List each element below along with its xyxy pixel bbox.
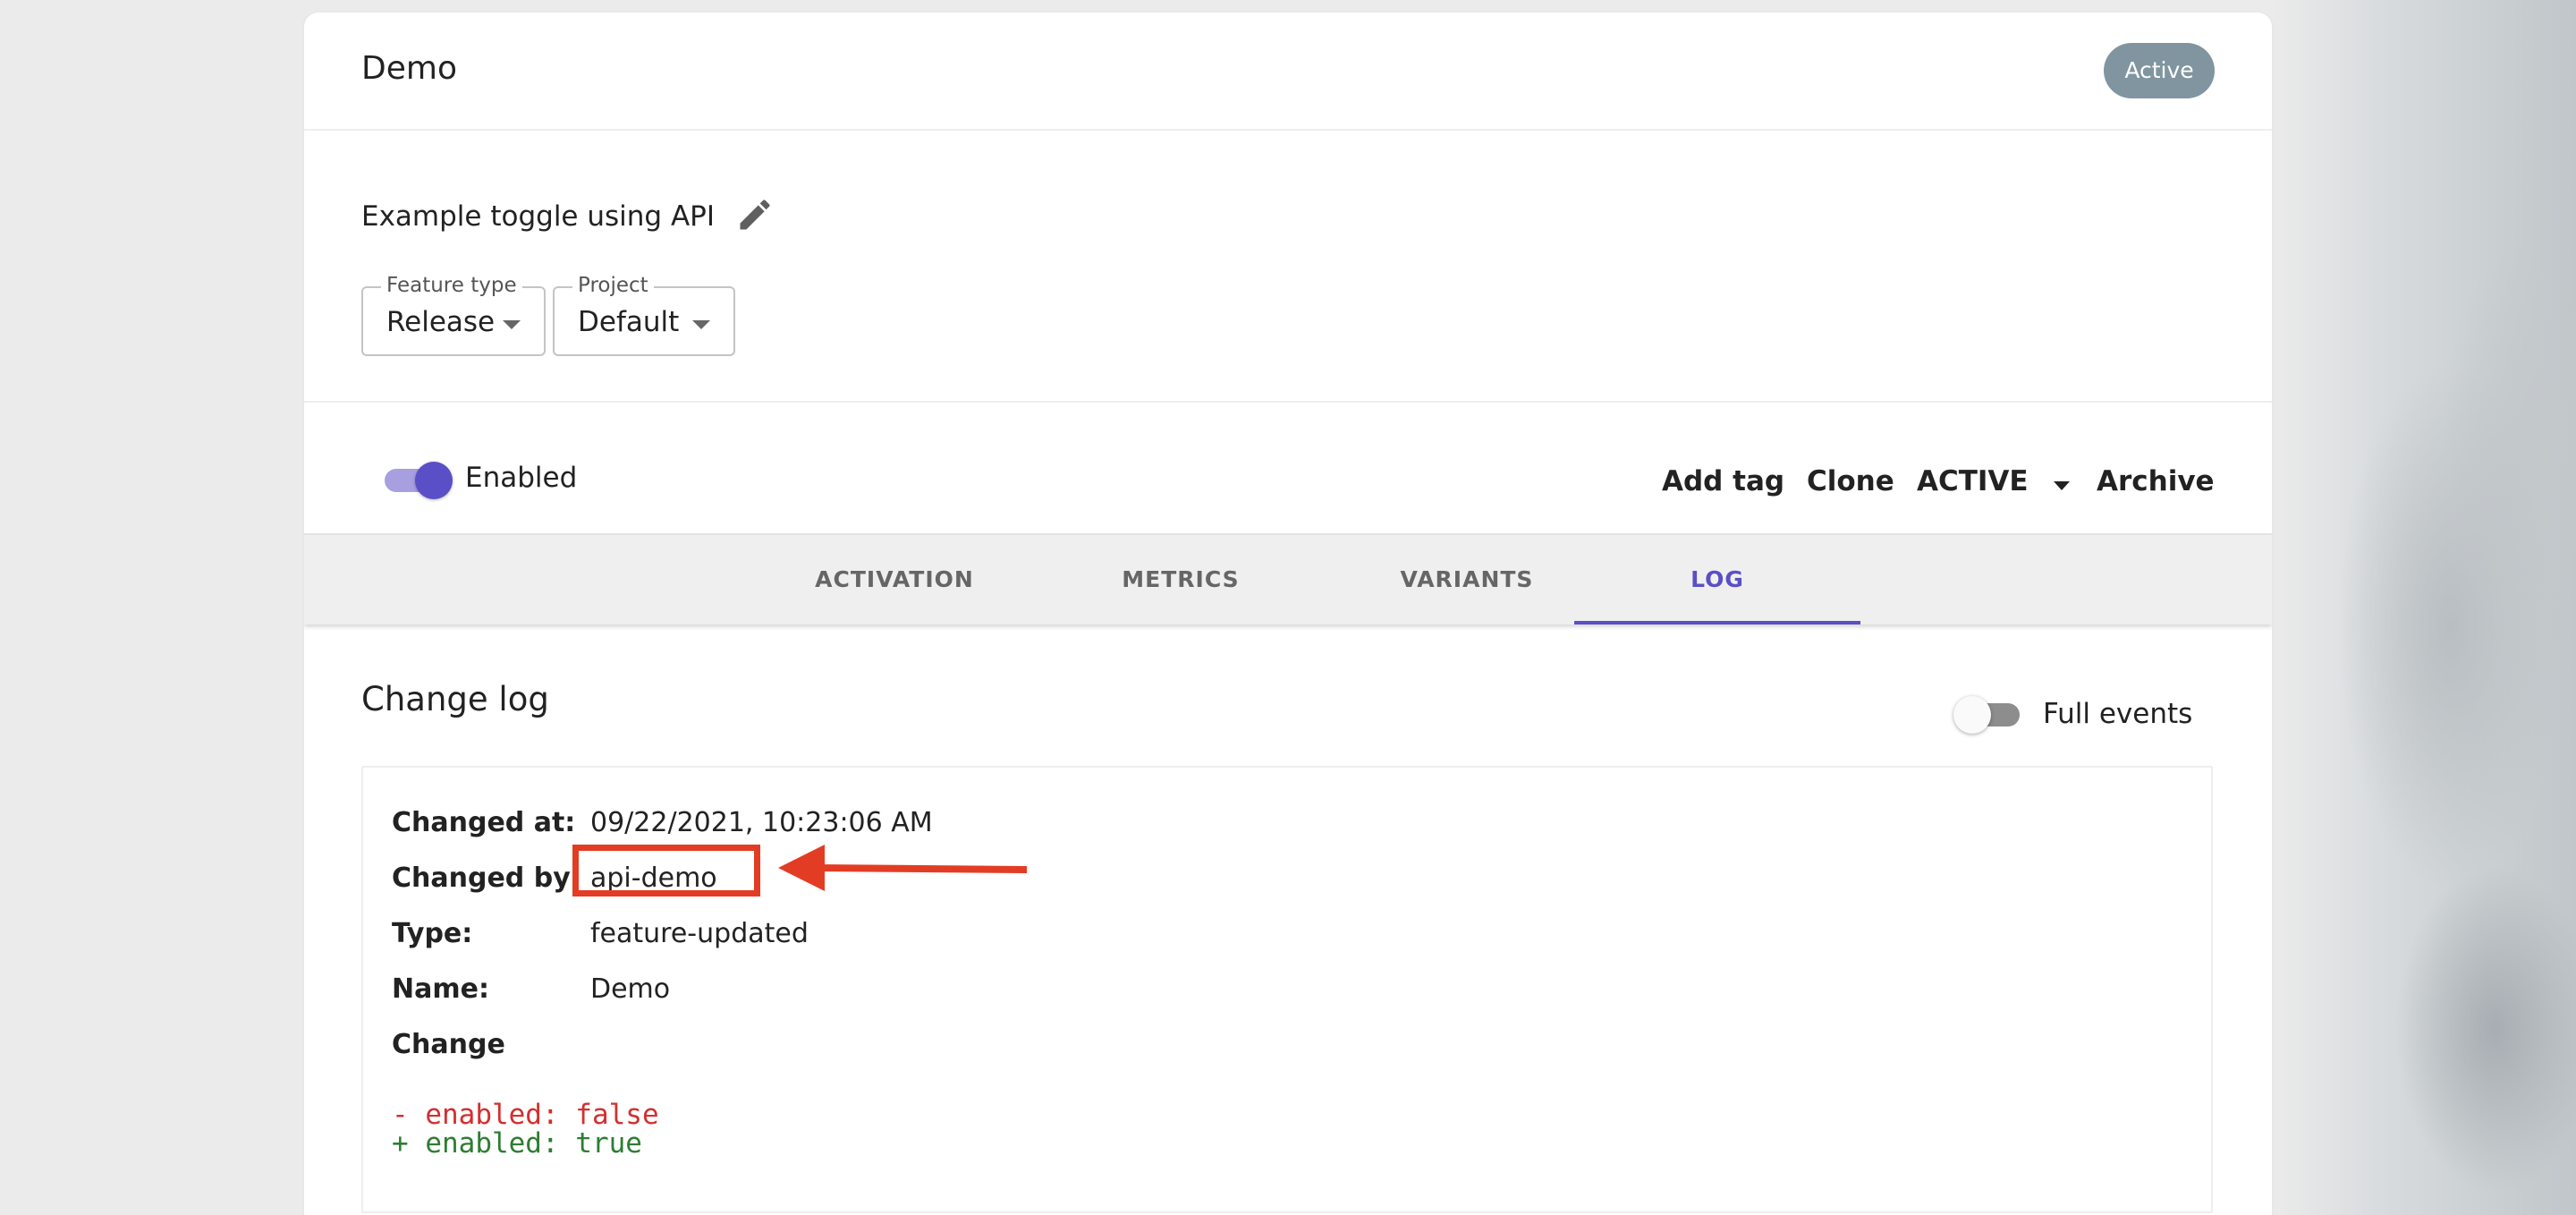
changelog-title: Change log xyxy=(361,680,549,718)
section-divider xyxy=(304,401,2272,403)
type-value: feature-updated xyxy=(590,918,809,949)
toggle-thumb xyxy=(1953,696,1991,734)
tab-metrics[interactable]: METRICS xyxy=(1046,535,1315,624)
feature-header: Demo Active xyxy=(304,13,2272,131)
feature-description: Example toggle using API xyxy=(361,200,715,233)
chevron-down-icon xyxy=(503,320,521,329)
full-events-label: Full events xyxy=(2043,698,2193,730)
chevron-down-icon xyxy=(692,320,710,329)
annotation-arrow-icon xyxy=(778,845,1028,891)
changed-at-value: 09/22/2021, 10:23:06 AM xyxy=(590,807,933,838)
tab-log[interactable]: LOG xyxy=(1574,535,1860,624)
pencil-icon[interactable] xyxy=(735,195,775,234)
changed-at-label: Changed at: xyxy=(392,807,576,838)
project-label: Project xyxy=(572,274,654,297)
archive-button[interactable]: Archive xyxy=(2097,465,2215,497)
add-tag-button[interactable]: Add tag xyxy=(1662,465,1784,497)
state-button[interactable]: ACTIVE xyxy=(1917,465,2029,497)
clone-button[interactable]: Clone xyxy=(1807,465,1894,497)
full-events-toggle[interactable] xyxy=(1953,696,2025,734)
feature-type-value: Release xyxy=(386,306,496,338)
change-label: Change xyxy=(392,1029,505,1060)
name-label: Name: xyxy=(392,973,489,1005)
tab-variants[interactable]: VARIANTS xyxy=(1333,535,1601,624)
log-entry: Changed at: 09/22/2021, 10:23:06 AM Chan… xyxy=(361,766,2213,1213)
feature-card: Demo Active Example toggle using API Fea… xyxy=(304,13,2272,1215)
enabled-label: Enabled xyxy=(465,462,578,494)
feature-title: Demo xyxy=(361,50,457,87)
chevron-down-icon[interactable] xyxy=(2054,481,2070,490)
project-value: Default xyxy=(578,306,680,338)
feature-type-label: Feature type xyxy=(381,274,522,297)
changed-by-label: Changed by: xyxy=(392,862,581,894)
type-label: Type: xyxy=(392,918,473,949)
status-badge[interactable]: Active xyxy=(2104,43,2215,98)
active-tab-indicator xyxy=(1574,621,1860,624)
diff-removed-line: - enabled: false xyxy=(392,1099,659,1131)
enabled-toggle[interactable] xyxy=(383,462,453,499)
toggle-thumb xyxy=(415,462,453,499)
diff-added-line: + enabled: true xyxy=(392,1127,642,1160)
name-value: Demo xyxy=(590,973,671,1005)
tab-activation[interactable]: ACTIVATION xyxy=(760,535,1029,624)
annotation-highlight-box xyxy=(572,845,760,896)
tab-bar: ACTIVATION METRICS VARIANTS LOG xyxy=(304,533,2272,624)
feature-type-select[interactable]: Feature type Release xyxy=(361,274,546,356)
project-select[interactable]: Project Default xyxy=(553,274,735,356)
background-artwork xyxy=(2272,0,2576,1215)
